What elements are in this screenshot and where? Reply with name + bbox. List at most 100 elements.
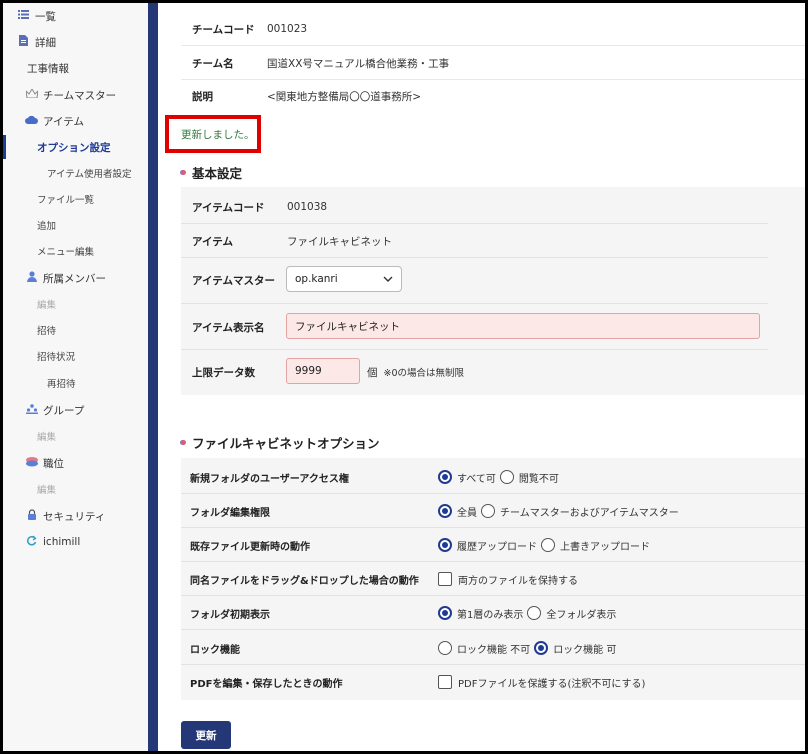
sidebar-item-label: 招待 — [37, 326, 57, 337]
sidebar-item-item[interactable]: アイテム — [3, 111, 148, 131]
main-content: チームコード 001023 チーム名 国道XX号マニュアル橋合他業務・工事 説明… — [158, 3, 805, 751]
sidebar-item-item-user-settings[interactable]: アイテム使用者設定 — [3, 163, 148, 183]
file-cabinet-options-panel: 新規フォルダのユーザーアクセス権 すべて可 閲覧不可 フォルダ編集権限 全員 チ… — [181, 458, 805, 700]
sidebar-item-label: 追加 — [37, 221, 57, 232]
option-label: フォルダ初期表示 — [190, 609, 270, 621]
radio-button[interactable] — [438, 538, 452, 552]
divider — [181, 629, 805, 630]
divider — [181, 595, 805, 596]
option-label: フォルダ編集権限 — [190, 507, 270, 519]
radio-button[interactable] — [481, 504, 495, 518]
checkbox[interactable] — [438, 572, 452, 586]
option-row-pdf-edit-save: PDFを編集・保存したときの動作 PDFファイルを保護する(注釈不可にする) — [190, 672, 649, 692]
sidebar-item-file-list[interactable]: ファイル一覧 — [3, 189, 148, 209]
sidebar-item-security[interactable]: セキュリティ — [3, 506, 148, 526]
data-limit-label: 上限データ数 — [192, 366, 255, 379]
sidebar-item-label: ファイル一覧 — [37, 195, 95, 206]
sidebar-item-members-edit[interactable]: 編集 — [3, 294, 148, 314]
sidebar-item-reinvite[interactable]: 再招待 — [3, 373, 148, 393]
sidebar-item-label: アイテム — [43, 115, 84, 128]
sidebar-item-label: オプション設定 — [37, 141, 111, 154]
radio-button[interactable] — [499, 470, 514, 484]
divider — [181, 45, 805, 46]
update-button[interactable]: 更新 — [181, 721, 231, 749]
divider — [181, 527, 805, 528]
data-limit-input[interactable]: 9999 — [286, 358, 360, 384]
item-display-name-input[interactable]: ファイルキャビネット — [286, 313, 760, 339]
option-row-folder-initial-display: フォルダ初期表示 第1層のみ表示 全フォルダ表示 — [190, 603, 620, 623]
sidebar-item-label: メニュー編集 — [37, 247, 95, 258]
radio-button[interactable] — [527, 606, 542, 620]
option-row-folder-edit-permission: フォルダ編集権限 全員 チームマスターおよびアイテムマスター — [190, 501, 683, 521]
item-code-value: 001038 — [287, 201, 328, 213]
radio-button[interactable] — [534, 641, 549, 655]
sidebar-item-invite[interactable]: 招待 — [3, 320, 148, 340]
person-icon — [25, 271, 38, 285]
team-name-label: チーム名 — [192, 57, 234, 70]
radio-button[interactable] — [438, 606, 452, 620]
sidebar-item-ichimill[interactable]: ichimill — [3, 532, 148, 552]
radio-button[interactable] — [541, 538, 555, 552]
crown-icon — [24, 88, 39, 101]
file-cabinet-options-title: ファイルキャビネットオプション — [181, 433, 380, 452]
divider — [181, 561, 805, 562]
item-master-select[interactable]: op.kanri — [286, 266, 402, 292]
sidebar-item-add[interactable]: 追加 — [3, 215, 148, 235]
item-row: アイテム ファイルキャビネット — [192, 231, 392, 251]
option-label: 新規フォルダのユーザーアクセス権 — [190, 473, 349, 485]
group-icon — [25, 403, 38, 417]
list-icon — [17, 10, 30, 22]
option-label: 既存ファイル更新時の動作 — [190, 541, 310, 553]
team-name-value: 国道XX号マニュアル橋合他業務・工事 — [267, 57, 450, 70]
basic-settings-panel: アイテムコード 001038 アイテム ファイルキャビネット アイテムマスター … — [181, 187, 805, 395]
option-row-lock-feature: ロック機能 ロック機能 不可 ロック機能 可 — [190, 638, 620, 658]
team-code-row: チームコード 001023 — [192, 19, 307, 39]
item-label: アイテム — [192, 235, 233, 248]
divider — [181, 257, 768, 258]
item-display-name-label: アイテム表示名 — [192, 321, 265, 334]
sidebar-item-invite-status[interactable]: 招待状況 — [3, 346, 148, 366]
checkbox[interactable] — [438, 675, 452, 689]
sidebar-item-detail[interactable]: 詳細 — [3, 32, 148, 52]
basic-settings-title: 基本設定 — [181, 163, 242, 182]
sidebar-item-label: 招待状況 — [37, 352, 76, 363]
radio-button[interactable] — [438, 641, 452, 655]
sidebar-item-label: セキュリティ — [43, 510, 106, 523]
sidebar-item-label: 再招待 — [47, 379, 76, 390]
team-code-label: チームコード — [192, 23, 255, 36]
item-code-row: アイテムコード 001038 — [192, 197, 327, 217]
sidebar-item-construction-info[interactable]: 工事情報 — [3, 58, 148, 78]
radio-button[interactable] — [438, 470, 452, 484]
sync-icon — [25, 535, 38, 549]
team-description-value: <関東地方整備局〇〇道事務所> — [267, 90, 422, 103]
sidebar-item-label: 工事情報 — [27, 62, 69, 75]
sidebar-item-group-edit[interactable]: 編集 — [3, 426, 148, 446]
item-code-label: アイテムコード — [192, 201, 265, 214]
option-row-new-folder-access: 新規フォルダのユーザーアクセス権 すべて可 閲覧不可 — [190, 467, 563, 487]
sidebar-item-label: 編集 — [37, 300, 57, 311]
sidebar-item-team-master[interactable]: チームマスター — [3, 85, 148, 105]
option-label: PDFを編集・保存したときの動作 — [190, 678, 343, 690]
sidebar-item-list[interactable]: 一覧 — [3, 6, 148, 26]
sidebar-item-group[interactable]: グループ — [3, 400, 148, 420]
sidebar-item-position[interactable]: 職位 — [3, 453, 148, 473]
update-success-message: 更新しました。 — [181, 129, 255, 141]
sidebar-item-position-edit[interactable]: 編集 — [3, 479, 148, 499]
divider — [181, 493, 805, 494]
divider — [181, 223, 768, 224]
sidebar-item-label: 所属メンバー — [43, 272, 106, 285]
sidebar-accent-bar — [148, 3, 158, 751]
chevron-down-icon — [383, 274, 393, 284]
sidebar-item-menu-edit[interactable]: メニュー編集 — [3, 241, 148, 261]
sidebar-item-label: チームマスター — [43, 89, 117, 102]
item-master-row: アイテムマスター — [192, 270, 287, 290]
radio-button[interactable] — [438, 504, 452, 518]
sidebar-item-members[interactable]: 所属メンバー — [3, 268, 148, 288]
team-description-label: 説明 — [192, 90, 213, 103]
sidebar-item-option-settings[interactable]: オプション設定 — [3, 135, 148, 159]
option-row-existing-file-update: 既存ファイル更新時の動作 履歴アップロード 上書きアップロード — [190, 535, 654, 555]
lock-icon — [25, 509, 38, 523]
window-frame: 一覧 詳細 工事情報 チームマスター アイテム オプション設定 アイテム使用者設… — [0, 0, 808, 754]
data-limit-row: 上限データ数 — [192, 362, 287, 382]
sidebar-item-label: 編集 — [37, 485, 57, 496]
